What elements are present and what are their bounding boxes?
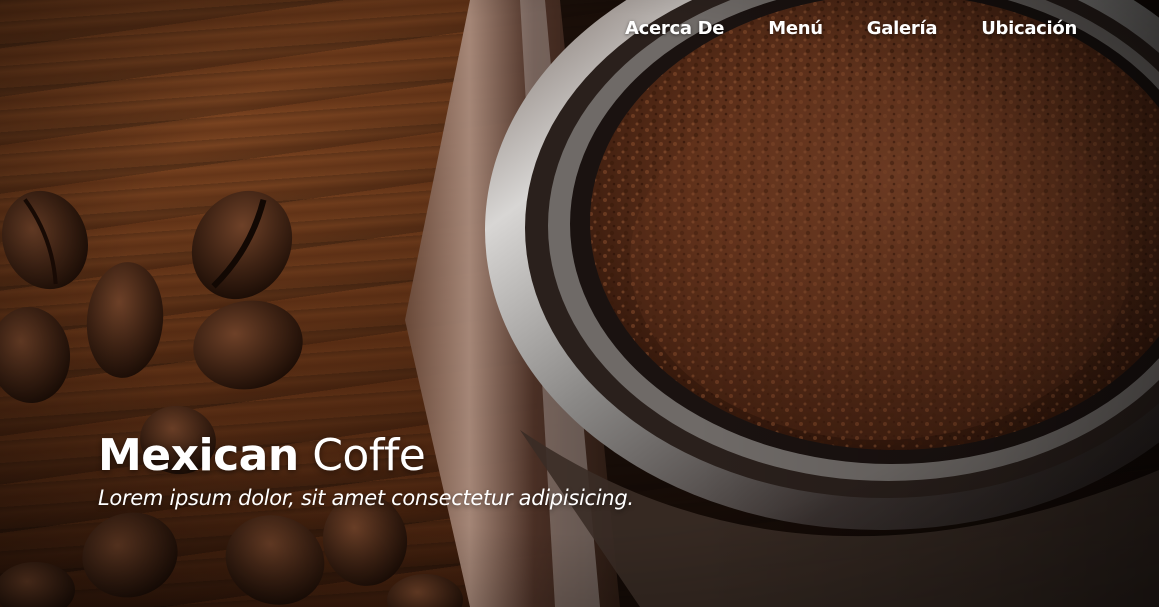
coffee-grinder-image bbox=[405, 0, 1159, 607]
hero-title: Mexican Coffe bbox=[98, 428, 634, 484]
nav-link-acerca-de[interactable]: Acerca De bbox=[625, 18, 725, 39]
nav-link-ubicacion[interactable]: Ubicación bbox=[981, 18, 1077, 39]
hero-text-block: Mexican Coffe Lorem ipsum dolor, sit ame… bbox=[98, 428, 634, 510]
hero-title-strong: Mexican bbox=[98, 430, 299, 481]
hero-section: Acerca De Menú Galería Ubicación Mexican… bbox=[0, 0, 1159, 607]
main-navigation: Acerca De Menú Galería Ubicación bbox=[581, 18, 1077, 39]
nav-link-menu[interactable]: Menú bbox=[768, 18, 823, 39]
nav-link-galeria[interactable]: Galería bbox=[867, 18, 938, 39]
hero-subtitle: Lorem ipsum dolor, sit amet consectetur … bbox=[98, 486, 634, 510]
hero-title-rest: Coffe bbox=[312, 430, 426, 481]
